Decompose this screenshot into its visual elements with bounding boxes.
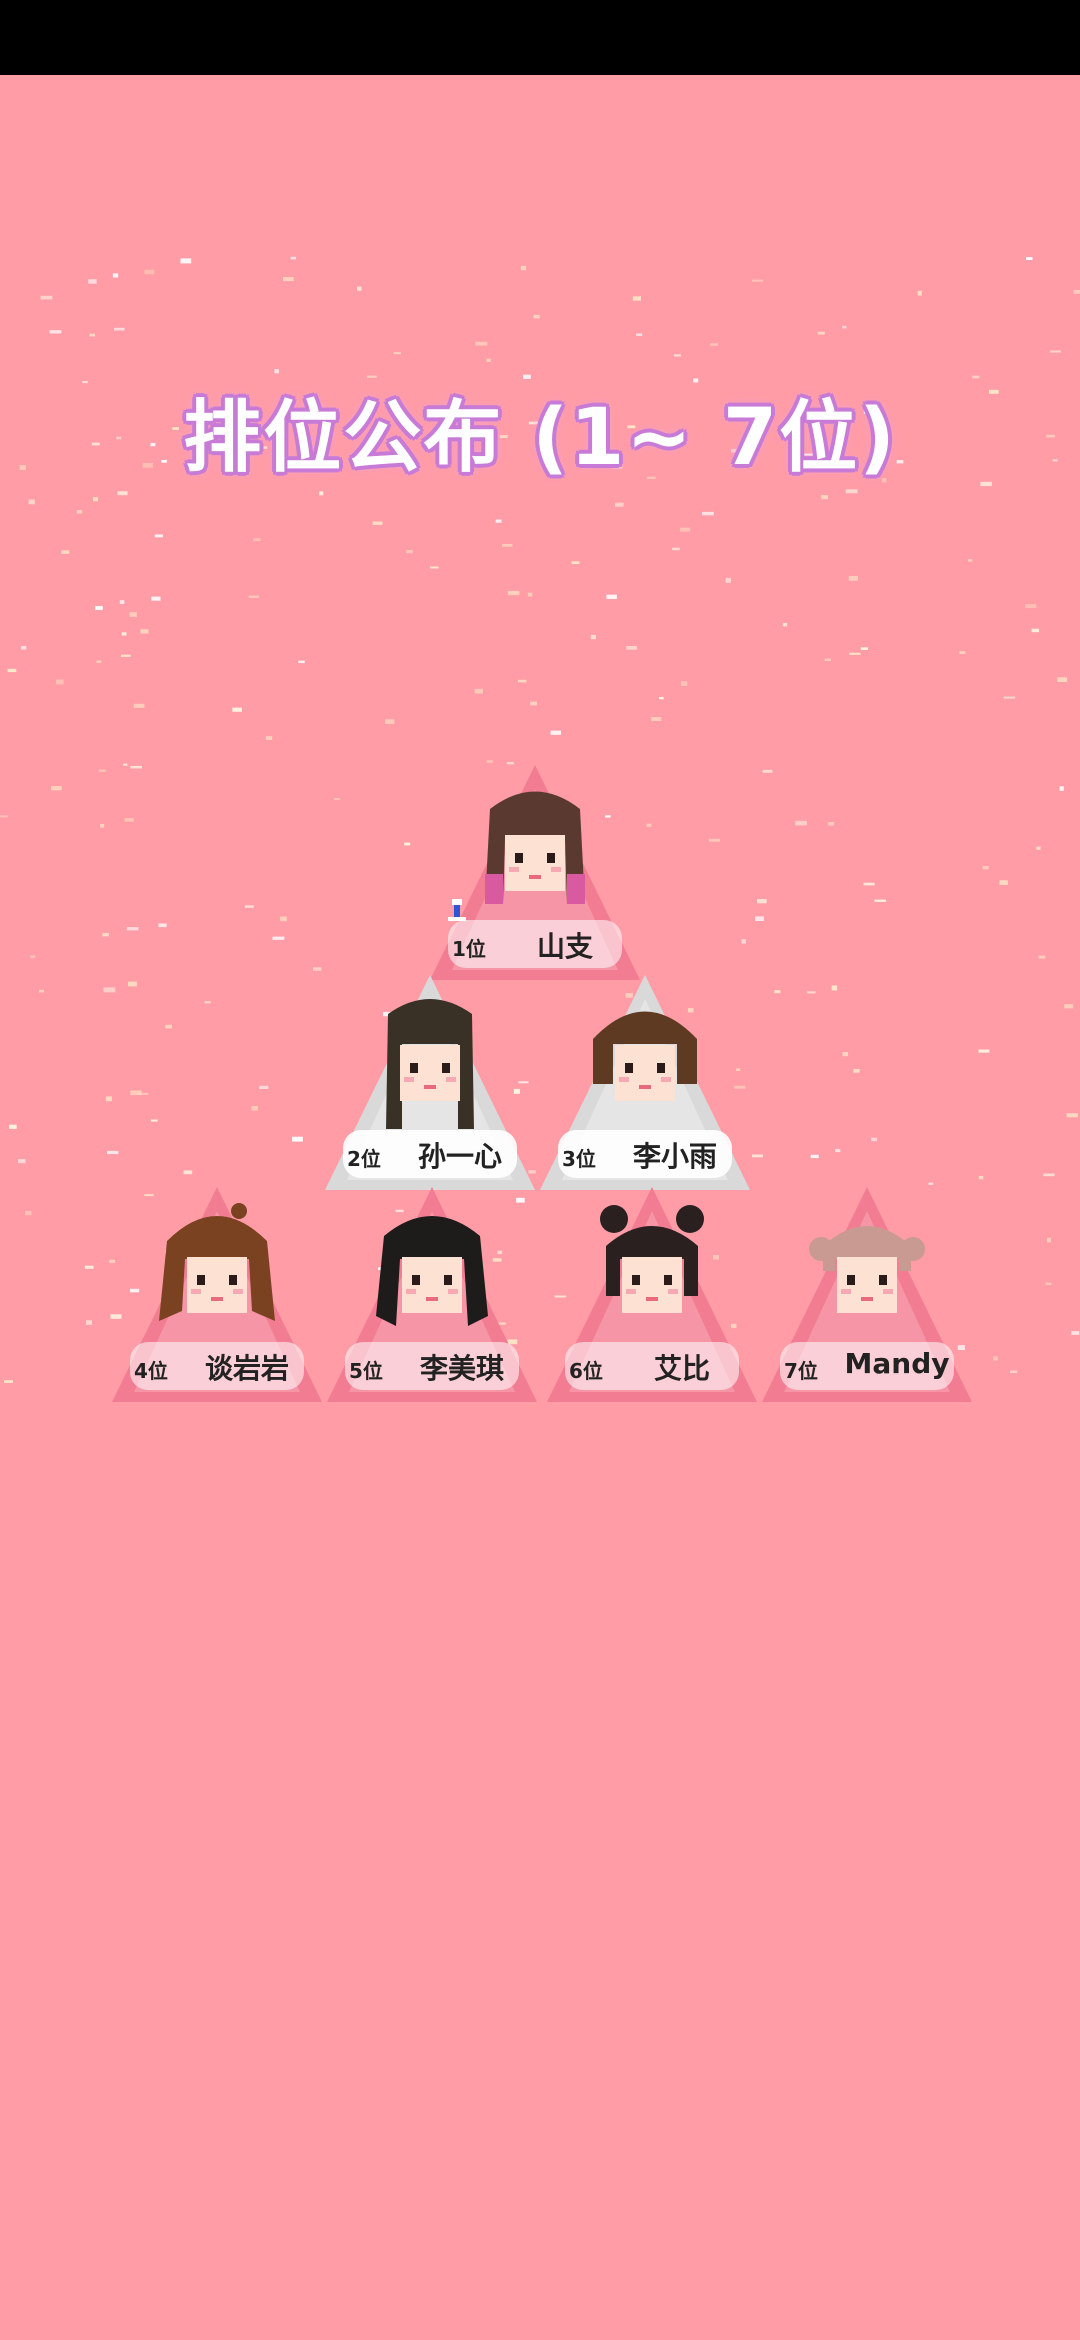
member-name: 李小雨	[632, 1140, 717, 1173]
rank-card-7[interactable]: 7位 Mandy	[762, 1187, 972, 1402]
rank-card-5[interactable]: 5位 李美琪	[327, 1187, 537, 1402]
rank-card-6[interactable]: 6位 艾比	[547, 1187, 757, 1402]
ranking-stage: 排位公布 (1~ 7位) 1位 山支 2位 孙一心 3位 李小雨 4位 谈岩岩 5位 李美…	[0, 75, 1080, 2340]
avatar	[159, 1203, 275, 1321]
member-name: 李美琪	[419, 1352, 504, 1385]
avatar	[809, 1226, 925, 1313]
rank-card-3[interactable]: 3位 李小雨	[540, 975, 750, 1190]
avatar	[600, 1205, 704, 1313]
member-name: Mandy	[844, 1347, 950, 1380]
member-name: 艾比	[653, 1352, 710, 1385]
rank-card-4[interactable]: 4位 谈岩岩	[112, 1187, 322, 1402]
rank-card-2[interactable]: 2位 孙一心	[325, 975, 535, 1190]
rank-label: 6位	[569, 1359, 603, 1383]
member-name: 孙一心	[417, 1140, 502, 1173]
avatar	[485, 791, 585, 904]
rank-label: 2位	[347, 1147, 381, 1171]
rank-label: 5位	[349, 1359, 383, 1383]
avatar	[376, 1216, 488, 1326]
rank-card-1[interactable]: 1位 山支	[430, 765, 640, 980]
rank-label: 4位	[134, 1359, 168, 1383]
member-name: 山支	[536, 930, 593, 963]
status-bar	[0, 0, 1080, 75]
page-title: 排位公布 (1~ 7位)	[183, 393, 897, 483]
avatar	[593, 1011, 697, 1101]
crown-icon	[448, 899, 466, 921]
member-name: 谈岩岩	[204, 1352, 289, 1385]
rank-label: 7位	[784, 1359, 818, 1383]
rank-label: 1位	[452, 937, 486, 961]
avatar	[386, 999, 474, 1129]
rank-label: 3位	[562, 1147, 596, 1171]
